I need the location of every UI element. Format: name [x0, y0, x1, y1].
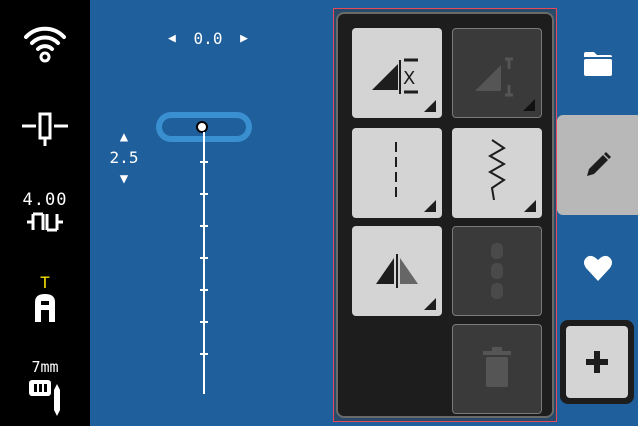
stitch-plate-icon[interactable]: [27, 376, 63, 416]
status-sidebar: 4.00 T 7mm: [0, 0, 90, 426]
straight-stitch-button[interactable]: [352, 128, 442, 218]
mirror-vertical-button[interactable]: [452, 28, 542, 118]
mirror-horizontal-button[interactable]: X: [352, 28, 442, 118]
favorites-tab[interactable]: [557, 238, 638, 298]
add-icon: [586, 351, 608, 373]
pattern-sequence-button[interactable]: [452, 226, 542, 316]
tile-corner-indicator: [523, 99, 535, 111]
needle-offset-control: ◀ 0.0 ▶: [168, 26, 248, 50]
stitch-width-icon: [23, 210, 67, 234]
needle-width-value: 4.00: [22, 190, 68, 210]
offset-right-arrow[interactable]: ▶: [240, 31, 248, 46]
folder-icon: [583, 52, 612, 76]
tile-corner-indicator: [424, 298, 436, 310]
svg-text:X: X: [403, 68, 415, 89]
needle-position-icon[interactable]: [0, 98, 90, 158]
tile-corner-indicator: [524, 200, 536, 212]
stitch-preview-area: ◀ 0.0 ▶ ▲ 2.5 ▼: [90, 0, 333, 426]
stitch-length-control: ▲ 2.5 ▼: [104, 128, 144, 212]
zigzag-stitch-button[interactable]: [452, 128, 542, 218]
offset-left-arrow[interactable]: ◀: [168, 31, 176, 46]
length-down-arrow[interactable]: ▼: [120, 170, 128, 188]
delete-button[interactable]: [452, 324, 542, 414]
tile-corner-indicator: [424, 100, 436, 112]
mirror-flip-button[interactable]: [352, 226, 442, 316]
presser-foot-letter: T: [40, 272, 50, 292]
folder-tab[interactable]: [557, 34, 638, 94]
wifi-icon[interactable]: [0, 14, 90, 72]
stitch-line-preview: [200, 132, 208, 394]
mode-tab-bar: [557, 0, 638, 426]
add-button[interactable]: [560, 320, 634, 404]
favorite-icon: [583, 255, 612, 281]
tile-corner-indicator: [424, 200, 436, 212]
stitch-length-value: 2.5: [109, 148, 139, 167]
edit-panel: X: [336, 12, 554, 418]
trash-icon: [483, 347, 511, 387]
stitch-plate-value: 7mm: [31, 358, 59, 376]
needle-offset-value: 0.0: [193, 28, 223, 48]
add-button-face: [566, 326, 628, 398]
length-up-arrow[interactable]: ▲: [120, 128, 128, 146]
edit-tab[interactable]: [557, 115, 638, 215]
pattern-sequence-icon: [491, 243, 503, 299]
presser-foot-icon[interactable]: [33, 292, 57, 324]
edit-icon: [586, 152, 611, 176]
